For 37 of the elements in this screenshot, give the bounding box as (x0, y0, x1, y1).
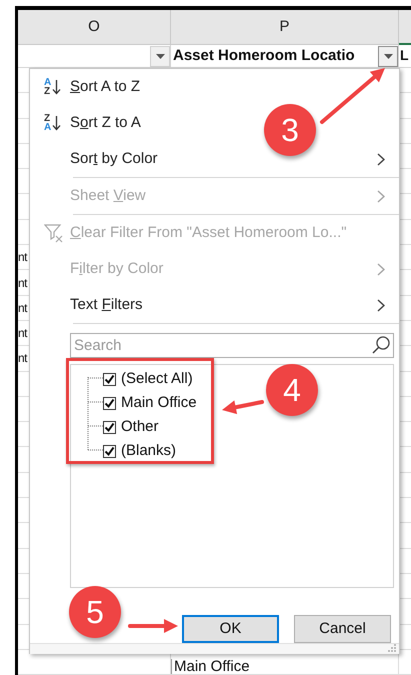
dialog-button[interactable]: Cancel (294, 615, 391, 643)
column-header[interactable]: P (171, 10, 399, 44)
menu-item[interactable]: Text Filters (30, 287, 399, 323)
table-cell: nt (18, 327, 28, 340)
callout-arrow (222, 400, 264, 414)
table-cell-text: L (399, 46, 409, 65)
checkbox-item[interactable]: Other (71, 415, 159, 439)
table-cell: nt (18, 251, 28, 264)
checkbox[interactable] (103, 372, 116, 386)
caret-icon (384, 54, 392, 58)
resize-grip-icon[interactable] (388, 644, 396, 652)
checkbox-item[interactable]: Main Office (71, 391, 197, 415)
checkbox[interactable] (103, 420, 116, 434)
table-cell: nt (18, 276, 28, 289)
menu-item[interactable]: A Z Sort A to Z (30, 69, 399, 105)
filter-dropdown-button[interactable] (378, 46, 398, 66)
checkbox[interactable] (103, 444, 116, 458)
search-field[interactable]: Search (70, 333, 394, 358)
caret-icon (156, 54, 164, 58)
chevron-right-icon (377, 262, 385, 276)
checkbox-item[interactable]: (Blanks) (71, 439, 176, 463)
dialog-button[interactable]: OK (182, 615, 279, 643)
chevron-right-icon (377, 152, 385, 166)
checkbox-item[interactable]: (Select All) (71, 367, 193, 391)
table-cell-text: Asset Homeroom Locatio (172, 46, 356, 66)
search-icon (371, 335, 391, 355)
column-header[interactable]: O (18, 10, 171, 44)
filter-dropdown-button[interactable] (150, 46, 170, 66)
chevron-right-icon (377, 298, 385, 312)
table-cell: Main Office (171, 659, 250, 674)
callout-arrow (320, 68, 385, 124)
chevron-right-icon (377, 190, 385, 202)
table-cell: nt (18, 302, 28, 314)
checkbox[interactable] (103, 396, 116, 410)
filter-clear-icon (44, 223, 64, 243)
callout-arrow (128, 619, 178, 633)
table-cell: nt (18, 352, 28, 364)
